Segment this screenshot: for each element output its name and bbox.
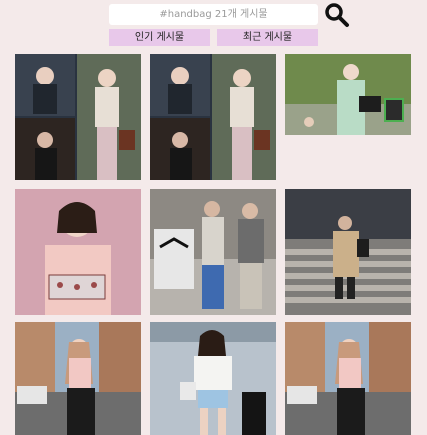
search-input[interactable]: #handbag 21개 게시물 xyxy=(109,4,318,25)
post-thumbnail[interactable] xyxy=(15,189,141,315)
post-thumbnail[interactable] xyxy=(150,189,276,315)
post-thumbnail[interactable] xyxy=(15,54,141,180)
tab-recent-posts[interactable]: 최근 게시물 xyxy=(217,29,318,46)
tab-popular-posts[interactable]: 인기 게시물 xyxy=(109,29,210,46)
post-image xyxy=(15,189,141,315)
post-image xyxy=(150,322,276,435)
post-image xyxy=(15,322,141,435)
post-thumbnail[interactable] xyxy=(150,322,276,435)
post-image xyxy=(285,189,411,315)
search-icon[interactable] xyxy=(324,2,350,28)
post-thumbnail[interactable] xyxy=(150,54,276,180)
post-image xyxy=(285,54,411,135)
post-image xyxy=(15,54,141,180)
post-thumbnail[interactable] xyxy=(285,322,411,435)
post-thumbnail[interactable] xyxy=(285,189,411,315)
post-image xyxy=(285,322,411,435)
post-image xyxy=(150,54,276,180)
post-image xyxy=(150,189,276,315)
post-thumbnail[interactable] xyxy=(285,54,411,135)
post-thumbnail[interactable] xyxy=(15,322,141,435)
